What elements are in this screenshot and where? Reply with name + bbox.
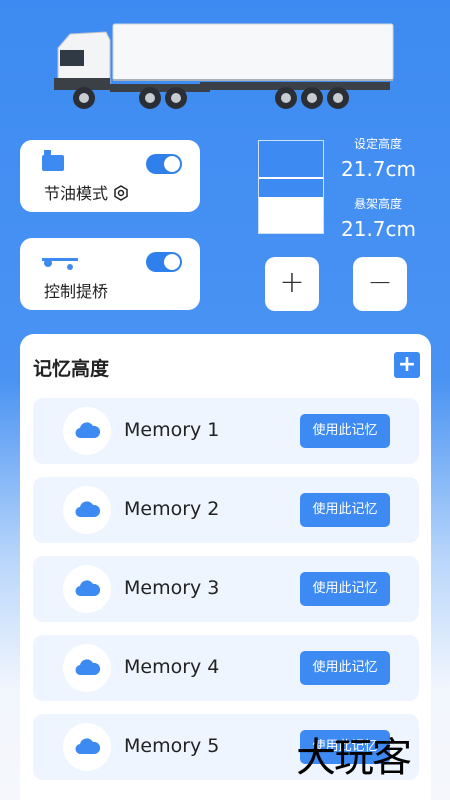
memory-avatar — [63, 565, 111, 613]
memory-name: Memory 4 — [124, 656, 220, 678]
memory-item: Memory 4 使用此记忆 — [33, 635, 419, 701]
set-height-label: 设定高度 — [354, 137, 403, 151]
axle-lift-toggle[interactable] — [146, 252, 182, 272]
cloud-icon — [75, 501, 101, 518]
memory-avatar — [63, 723, 111, 771]
memory-title: 记忆高度 — [33, 358, 110, 380]
cloud-icon — [75, 659, 101, 676]
axle-lift-card: 控制提桥 — [20, 238, 200, 310]
height-gauge — [258, 140, 324, 234]
use-memory-button[interactable]: 使用此记忆 — [300, 493, 390, 527]
cloud-icon — [75, 422, 101, 439]
raise-button[interactable]: + — [265, 257, 319, 311]
memory-name: Memory 3 — [124, 577, 220, 599]
suspension-height-value: 21.7cm — [341, 217, 417, 241]
use-memory-button[interactable]: 使用此记忆 — [300, 651, 390, 685]
memory-avatar — [63, 407, 111, 455]
gauge-bar — [259, 179, 323, 197]
axle-lift-icon — [42, 258, 78, 270]
add-memory-button[interactable]: + — [394, 352, 420, 378]
fuel-can-icon — [42, 150, 64, 171]
memory-name: Memory 1 — [124, 419, 220, 441]
use-memory-button[interactable]: 使用此记忆 — [300, 572, 390, 606]
memory-item: Memory 1 使用此记忆 — [33, 398, 419, 464]
memory-item: Memory 2 使用此记忆 — [33, 477, 419, 543]
set-height-value: 21.7cm — [341, 157, 417, 181]
lower-button[interactable]: − — [353, 257, 407, 311]
fuel-saving-mode-card: 节油模式 — [20, 140, 200, 212]
cloud-icon — [75, 738, 101, 755]
memory-name: Memory 2 — [124, 498, 220, 520]
settings-icon[interactable] — [113, 185, 129, 201]
use-memory-button[interactable]: 使用此记忆 — [300, 414, 390, 448]
gauge-upper — [259, 141, 323, 178]
axle-lift-label: 控制提桥 — [44, 282, 109, 301]
watermark: 大玩客 — [296, 735, 412, 781]
suspension-height-label: 悬架高度 — [354, 197, 403, 211]
fuel-saving-label: 节油模式 — [44, 180, 129, 204]
memory-avatar — [63, 644, 111, 692]
memory-name: Memory 5 — [124, 735, 220, 757]
fuel-saving-toggle[interactable] — [146, 154, 182, 174]
cloud-icon — [75, 580, 101, 597]
truck-illustration — [54, 23, 394, 109]
memory-item: Memory 3 使用此记忆 — [33, 556, 419, 622]
memory-avatar — [63, 486, 111, 534]
